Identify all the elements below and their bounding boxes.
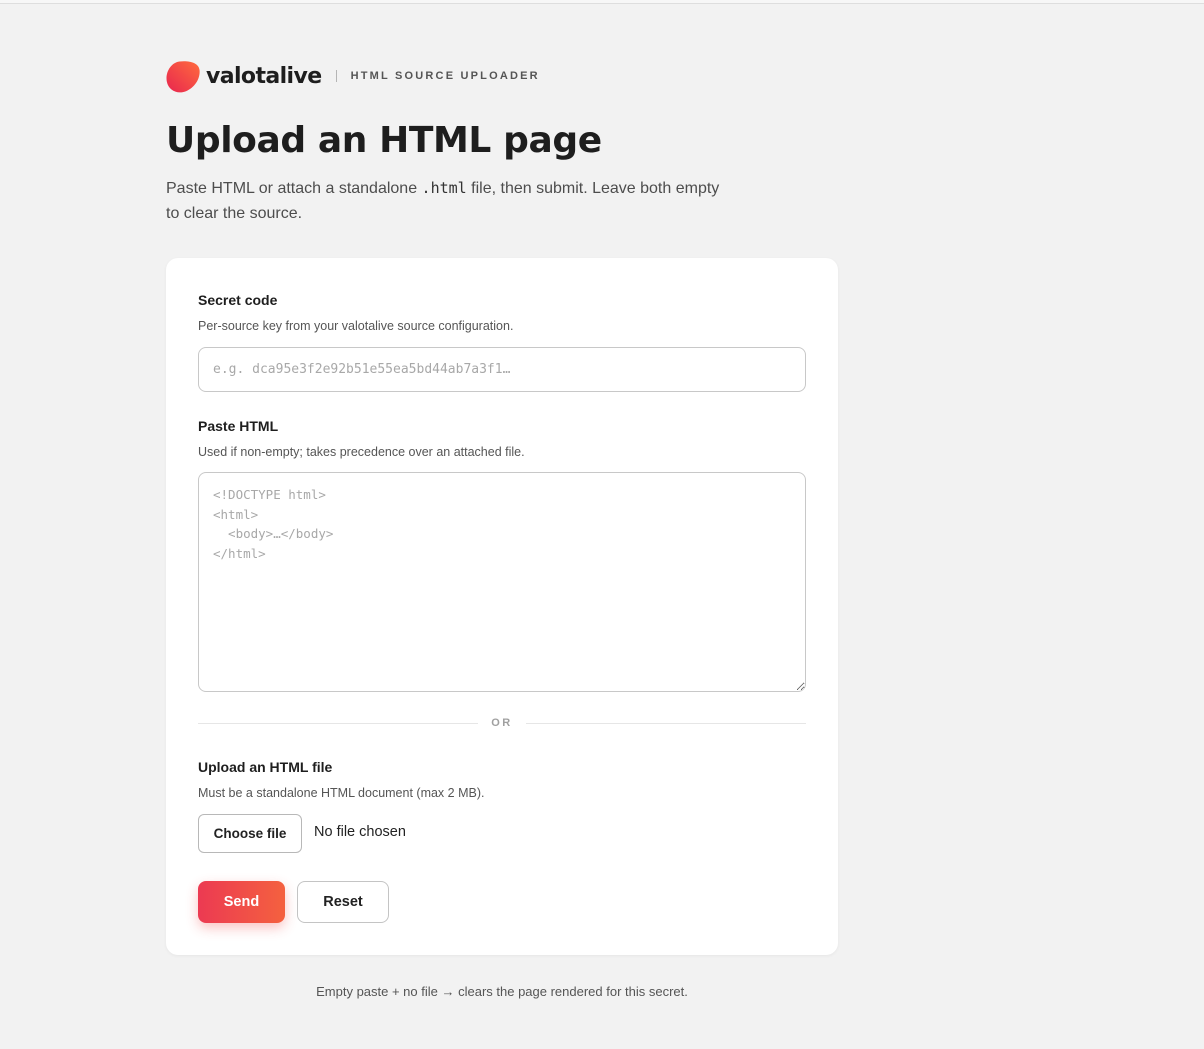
footnote: Empty paste + no file → clears the page …	[316, 984, 688, 999]
upload-file-label: Upload an HTML file	[198, 759, 333, 775]
or-divider-text: OR	[491, 717, 513, 729]
file-status-text: No file chosen	[314, 824, 406, 840]
top-edge	[0, 0, 1204, 4]
paste-html-textarea[interactable]	[198, 472, 806, 692]
page-title: Upload an HTML page	[166, 120, 602, 161]
send-button[interactable]: Send	[198, 881, 285, 923]
brand-separator	[335, 70, 337, 82]
secret-code-input[interactable]	[198, 347, 806, 392]
secret-code-label: Secret code	[198, 292, 278, 308]
page-intro: Paste HTML or attach a standalone .html …	[166, 176, 726, 226]
brand-header: valotalive HTML SOURCE UPLOADER	[166, 59, 666, 93]
paste-html-label: Paste HTML	[198, 418, 279, 434]
intro-code-extension: .html	[421, 179, 467, 197]
brand-wordmark: valotalive	[206, 63, 322, 89]
reset-button[interactable]: Reset	[297, 881, 389, 923]
valotalive-logo-icon	[166, 60, 200, 92]
brand-tagline: HTML SOURCE UPLOADER	[350, 70, 540, 82]
upload-form-card: Secret code Per-source key from your val…	[166, 258, 838, 955]
choose-file-button[interactable]: Choose file	[198, 814, 302, 853]
divider-line-left	[198, 723, 478, 724]
upload-file-help: Must be a standalone HTML document (max …	[198, 786, 485, 800]
divider-line-right	[526, 723, 806, 724]
intro-text-start: Paste HTML or attach a standalone	[166, 180, 422, 197]
paste-html-help: Used if non-empty; takes precedence over…	[198, 445, 525, 459]
secret-code-help: Per-source key from your valotalive sour…	[198, 319, 514, 333]
